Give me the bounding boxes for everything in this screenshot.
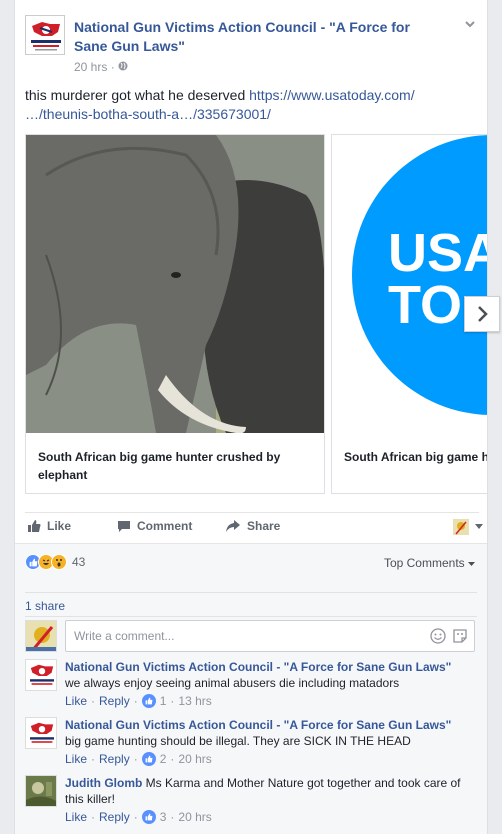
globe-icon	[118, 60, 128, 74]
page-logo-avatar[interactable]	[25, 717, 57, 749]
comment-like-count[interactable]: 3	[160, 810, 167, 824]
share-icon	[226, 520, 240, 532]
link-card[interactable]: South African big game hunter crushed by…	[25, 134, 325, 494]
comments-section: 43 Top Comments 1 share Write a comment.…	[15, 543, 487, 834]
reactions-summary[interactable]: 43	[25, 554, 85, 570]
link-card-title-second[interactable]: South African big game hunter crushed by…	[344, 448, 487, 466]
comment-input[interactable]: Write a comment...	[65, 620, 475, 652]
comment-text: big game hunting should be illegal. They…	[65, 734, 411, 748]
comment-button[interactable]: Comment	[117, 519, 192, 533]
thumbs-up-icon	[141, 752, 156, 766]
comment-like-link[interactable]: Like	[65, 752, 87, 766]
logo-line1: USA	[388, 223, 487, 283]
comment-time[interactable]: 20 hrs	[178, 752, 211, 766]
usa-today-logo-image: USA TO	[332, 135, 487, 433]
avatar-small-icon	[453, 519, 469, 535]
comment-actions: Like · Reply · 1 · 13 hrs	[65, 694, 212, 708]
chevron-down-icon[interactable]	[463, 17, 477, 31]
comment-reply-link[interactable]: Reply	[99, 694, 130, 708]
comment-like-link[interactable]: Like	[65, 810, 87, 824]
post-meta: 20 hrs ·	[74, 60, 128, 74]
post-card: National Gun Victims Action Council - "A…	[14, 0, 500, 834]
avatar[interactable]	[25, 775, 57, 807]
comment-like-link[interactable]: Like	[65, 694, 87, 708]
post-link-continued[interactable]: …/theunis-botha-south-a…/335673001/	[25, 106, 271, 122]
comment-like-count[interactable]: 2	[160, 752, 167, 766]
comment-author[interactable]: National Gun Victims Action Council - "A…	[65, 660, 451, 674]
top-comments-label: Top Comments	[383, 556, 465, 570]
comment-placeholder: Write a comment...	[74, 629, 175, 643]
post-message: this murderer got what he deserved	[25, 87, 250, 103]
elephant-image	[26, 135, 324, 433]
caret-down-icon	[475, 524, 483, 529]
thumbs-up-icon	[28, 520, 41, 532]
action-bar: Like Comment Share	[25, 512, 483, 542]
comment-author[interactable]: National Gun Victims Action Council - "A…	[65, 718, 451, 732]
like-button[interactable]: Like	[27, 519, 71, 533]
wow-reaction-icon	[51, 554, 67, 570]
post-as-selector[interactable]	[453, 519, 483, 535]
comment-body: National Gun Victims Action Council - "A…	[65, 659, 475, 691]
comment-label: Comment	[137, 519, 193, 533]
top-comments-dropdown[interactable]: Top Comments	[384, 556, 475, 570]
comment-time[interactable]: 13 hrs	[178, 694, 211, 708]
comment-like-count[interactable]: 1	[160, 694, 167, 708]
page-logo-avatar[interactable]	[25, 659, 57, 691]
share-button[interactable]: Share	[225, 519, 280, 533]
share-count[interactable]: 1 share	[25, 592, 477, 613]
comment-body: Judith Glomb Ms Karma and Mother Nature …	[65, 775, 475, 807]
comment-time[interactable]: 20 hrs	[178, 810, 211, 824]
post-link[interactable]: https://www.usatoday.com/	[249, 87, 414, 103]
comment-reply-link[interactable]: Reply	[99, 752, 130, 766]
comment-icon	[118, 521, 130, 532]
comment-author[interactable]: Judith Glomb	[65, 776, 142, 790]
sticker-icon[interactable]	[452, 628, 468, 644]
link-card-title[interactable]: South African big game hunter crushed by…	[38, 448, 314, 484]
post-time[interactable]: 20 hrs	[74, 60, 107, 74]
comment-body: National Gun Victims Action Council - "A…	[65, 717, 475, 749]
share-label: Share	[247, 519, 281, 533]
comment-actions: Like · Reply · 2 · 20 hrs	[65, 752, 212, 766]
chevron-right-icon	[478, 306, 488, 322]
thumbs-up-icon	[141, 694, 156, 708]
page-logo[interactable]	[25, 15, 65, 55]
avatar[interactable]	[25, 620, 57, 652]
post-text: this murderer got what he deserved https…	[25, 86, 475, 124]
comment-actions: Like · Reply · 3 · 20 hrs	[65, 810, 212, 824]
thumbs-up-icon	[141, 810, 156, 824]
reaction-count[interactable]: 43	[72, 555, 85, 569]
post-header: National Gun Victims Action Council - "A…	[25, 15, 479, 75]
carousel-next-button[interactable]	[464, 296, 500, 332]
comment-reply-link[interactable]: Reply	[99, 810, 130, 824]
meta-separator: ·	[110, 60, 115, 74]
like-label: Like	[47, 519, 72, 533]
comment-composer: Write a comment...	[25, 616, 477, 652]
emoji-icon[interactable]	[430, 628, 446, 644]
comment-text: we always enjoy seeing animal abusers di…	[65, 676, 400, 690]
caret-down-icon	[468, 562, 475, 566]
page-name[interactable]: National Gun Victims Action Council - "A…	[74, 18, 444, 56]
